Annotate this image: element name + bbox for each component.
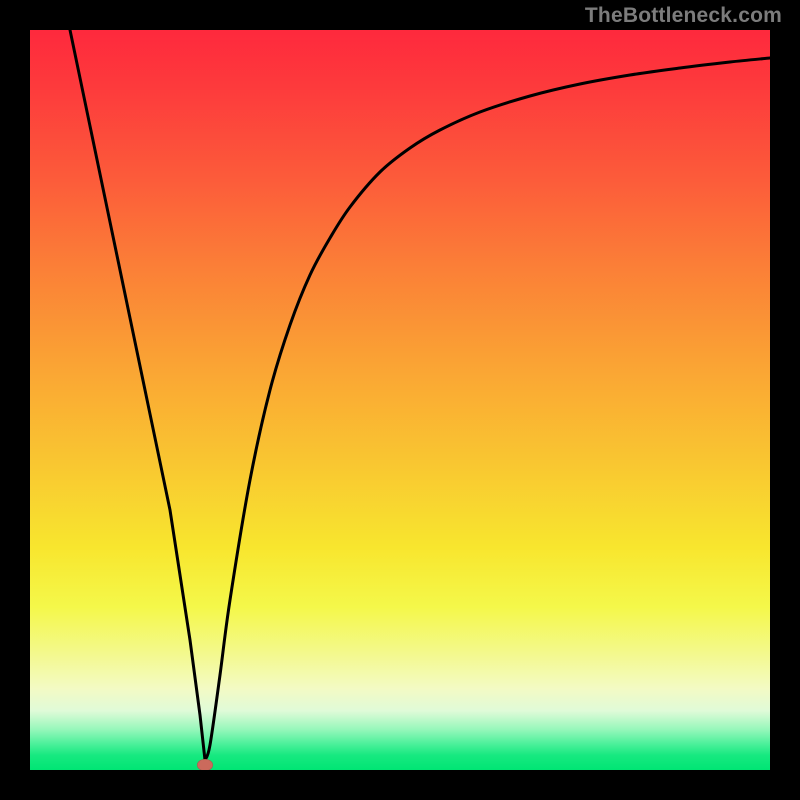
chart-frame: TheBottleneck.com [0, 0, 800, 800]
watermark-text: TheBottleneck.com [585, 4, 782, 28]
minimum-marker [197, 759, 213, 770]
plot-area [30, 30, 770, 770]
bottleneck-curve [30, 30, 770, 770]
bottleneck-curve-path [70, 30, 770, 760]
